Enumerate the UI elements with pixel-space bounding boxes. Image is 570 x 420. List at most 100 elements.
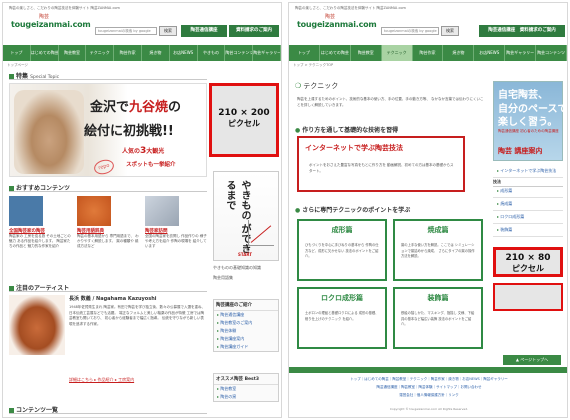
ad-placeholder-210x80[interactable]: 210 × 80 ピクセル <box>493 247 563 277</box>
side-link[interactable]: ロクロ成形篇 <box>493 211 563 224</box>
list-item[interactable]: 陶芸用語辞典 陶芸の基本用語から 専門用語まで、 わかりやすく解説します。 窯の… <box>77 196 139 249</box>
nav-item[interactable]: 陶芸作家 <box>413 45 444 61</box>
special-banner[interactable]: 金沢で九谷焼の 絵付に初挑戦!! repo 人気の3大観光 スポットも一挙紹介 <box>9 83 207 177</box>
ad-placeholder-210x200[interactable]: 210 × 200 ピクセル <box>209 83 279 157</box>
nav-item[interactable]: 陶芸教室 <box>351 45 382 61</box>
top-page-screenshot: 陶芸の楽しさと、こだわりの陶芸技法を体験サイト 陶芸ZANMAI.com 陶芸 … <box>2 2 282 418</box>
special-heading-text: 特集 <box>16 73 29 80</box>
artist-heading-text: 注目のアーティスト <box>16 285 70 292</box>
best3-link[interactable]: 陶芸教室 <box>214 385 278 393</box>
technique-card-seikei[interactable]: 成形篇 ひもづくりを中心に手びねりの基本から 作陶の仕方など、成形に欠かせない … <box>297 219 387 281</box>
nav-item-active[interactable]: テクニック <box>381 45 413 61</box>
nav-item[interactable]: はじめての陶芸 <box>320 45 351 61</box>
internet-technique-card[interactable]: インターネットで学ぶ陶芸技法 ポイントをおさえた豊富な写真をもとに作り方を 動画… <box>297 136 465 192</box>
thumbnail-image <box>9 196 43 226</box>
card-title: 焼成篇 <box>427 226 449 234</box>
ad-size-label: 210 × 200 <box>218 108 270 118</box>
promo-course-button[interactable]: 陶芸通信講座 <box>181 25 227 37</box>
technique-card-rokuro[interactable]: ロクロ成形篇 土ボロンの理屈と基礎ロクロによる 成形の基礎、削り仕上げのテクニッ… <box>297 287 387 349</box>
card-title: 成形篇 <box>331 226 353 234</box>
best3-link[interactable]: 陶芸の窯 <box>214 393 278 401</box>
nav-item[interactable]: やきもの <box>198 45 226 61</box>
technique-card-soshoku[interactable]: 装飾篇 鉄絵の描しかた、マスキング、指描し 文様、下絵具の基本など幅広い装飾 技… <box>393 287 483 349</box>
progress-chart-icon <box>248 220 274 246</box>
course-link[interactable]: 陶芸教室のご案内 <box>214 319 278 327</box>
main-nav: トップ はじめての陶芸 陶芸教室 テクニック 陶芸作家 焼き物 お店NEWS 陶… <box>289 45 567 61</box>
nav-item[interactable]: 焼き物 <box>443 45 475 61</box>
side-link[interactable]: インターネットで学ぶ陶芸技法 <box>493 165 563 178</box>
card-title: 装飾篇 <box>427 294 449 302</box>
search-button[interactable]: 検索 <box>441 26 459 36</box>
artist-description: 1948年佐賀県生まれ 陶芸家。有田で陶芸を学び独立後、数々の公募展で入選を重ね… <box>69 305 206 326</box>
section-square-icon <box>9 74 14 79</box>
nav-item[interactable]: トップ <box>3 45 31 61</box>
ad-size-label: 210 × 80 <box>505 253 551 263</box>
side-caption-1[interactable]: やきものの基礎知識の知識 <box>213 265 261 271</box>
course-link[interactable]: 陶芸体験 <box>214 327 278 335</box>
side-technique-list: 成形篇 焼成篇 ロクロ成形篇 装飾篇 <box>493 185 563 237</box>
repo-stamp: repo <box>92 157 116 176</box>
section-heading-advanced: ● さらに専門テクニックのポイントを学ぶ <box>295 207 411 214</box>
home-pottery-course-banner[interactable]: 自宅陶芸、 自分のペースで 楽しく習う。 陶芸通信講座 初心者のための陶芸講座 … <box>493 81 567 161</box>
course-link[interactable]: 陶芸講座ガイド <box>214 343 278 351</box>
site-header: 陶芸の楽しさと、こだわりの陶芸技法を体験サイト 陶芸ZANMAI.com 陶芸 … <box>3 3 281 43</box>
contents-heading: コンテンツ一覧 <box>9 405 207 414</box>
footer-bar <box>289 367 567 373</box>
side-link[interactable]: 成形篇 <box>493 185 563 198</box>
course-link[interactable]: 陶芸講座案内 <box>214 335 278 343</box>
artist-link[interactable]: 詳細はこちら ▸ 作品紹介 ▸ 工房案内 <box>69 377 134 383</box>
search-button[interactable]: 検索 <box>159 26 177 36</box>
search-input[interactable]: tougeizanmaiの検索 by google <box>381 27 439 35</box>
promo-course-button[interactable]: 陶芸通信講座 資料請求のご案内 <box>479 25 565 37</box>
site-logo[interactable]: 陶芸 tougeizanmai.com <box>297 13 377 39</box>
nav-item[interactable]: 陶芸コンテンツ <box>225 45 254 61</box>
site-header: 陶芸の楽しさと、こだわりの陶芸技法を体験サイト 陶芸ZANMAI.com 陶芸 … <box>289 3 567 43</box>
card-title: ロクロ成形篇 <box>321 294 363 302</box>
nav-item[interactable]: トップ <box>289 45 320 61</box>
section-heading-basic: ● 作り方を通して基礎的な技術を習得 <box>295 127 399 134</box>
site-logo[interactable]: 陶芸 tougeizanmai.com <box>11 13 91 39</box>
page-title: ❍ テクニック <box>295 82 339 90</box>
side-link[interactable]: 装飾篇 <box>493 224 563 237</box>
side-caption-2[interactable]: 陶芸用語集 <box>213 275 233 281</box>
technique-card-shosei[interactable]: 焼成篇 窯の上手な使い方を解説。ここでは シミュレーションで窯詰めから焼成、 さ… <box>393 219 483 281</box>
list-item[interactable]: 全国陶芸家の陶芸 陶芸家の 工房を巡る旅 その土地ごとの魅力 ある作品を紹介しま… <box>9 196 71 249</box>
ad-placeholder-blank[interactable] <box>493 283 563 311</box>
promo-request-button[interactable]: 資料請求のご案内 <box>229 25 279 37</box>
card-desc: 鉄絵の描しかた、マスキング、指描し 文様、下絵具の基本など幅広い装飾 技法のポイ… <box>401 311 475 326</box>
page-top-button[interactable]: ▲ ページトップへ <box>503 355 561 365</box>
title-mark-icon: ❍ <box>295 82 302 90</box>
main-nav: トップ はじめての陶芸 陶芸教室 テクニック 陶芸作家 焼き物 お店NEWS や… <box>3 45 281 61</box>
thumb-desc: 陶芸家の 工房を巡る旅 その土地ごとの魅力 ある作品を紹介します。 陶芸家たちの… <box>9 234 71 248</box>
copyright: Copyright © tougeizanmai.com All Rights … <box>389 407 469 411</box>
banner-line-3: 人気の3大観光 <box>122 146 165 156</box>
nav-item[interactable]: はじめての陶芸 <box>31 45 59 61</box>
artist-name: 長浜 数義 / Nagahama Kazuyoshi <box>69 296 157 302</box>
list-item[interactable]: 陶芸家訪問 全国の陶芸家を訪問し 作品作りの 様子や考え方を紹介 作陶の現場を … <box>145 196 207 249</box>
thumbnail-image <box>77 196 111 226</box>
recommended-heading-text: おすすめコンテンツ <box>16 185 71 192</box>
card-desc: 土ボロンの理屈と基礎ロクロによる 成形の基礎、削り仕上げのテクニック を紹介。 <box>305 311 379 321</box>
footer-links-3[interactable]: 運営会社｜個人情報保護方針｜リンク <box>299 393 559 398</box>
footer-links-1[interactable]: トップ｜はじめての陶芸｜陶芸教室｜テクニック｜陶芸作家｜焼き物｜お店NEWS｜陶… <box>299 377 559 382</box>
special-heading-sub: Special Topic <box>30 75 60 80</box>
nav-item[interactable]: 陶芸作家 <box>114 45 142 61</box>
footer-links-2[interactable]: 陶芸通信講座｜陶芸教室｜陶芸体験｜サイトマップ｜お問い合わせ <box>299 385 559 390</box>
special-topic-heading: 特集 Special Topic <box>9 71 207 80</box>
nav-item[interactable]: テクニック <box>86 45 115 61</box>
yakimono-process-banner[interactable]: やきもの ができるまで START <box>213 171 279 261</box>
nav-item[interactable]: 陶芸コンテンツ <box>536 45 567 61</box>
search-input[interactable]: tougeizanmaiの検索 by google <box>95 27 157 35</box>
nav-item[interactable]: お店NEWS <box>170 45 198 61</box>
thumb-desc: 全国の陶芸家を訪問し 作品作りの 様子や考え方を紹介 作陶の現場を 紹介していま… <box>145 234 207 248</box>
nav-item[interactable]: 陶芸ギャラリー <box>253 45 281 61</box>
side-link[interactable]: 焼成篇 <box>493 198 563 211</box>
section-square-icon <box>9 186 14 191</box>
breadcrumb[interactable]: トップ > テクニックTOP <box>293 63 333 68</box>
course-link[interactable]: 陶芸通信講座 <box>214 311 278 319</box>
nav-item[interactable]: 焼き物 <box>142 45 170 61</box>
nav-item[interactable]: 陶芸教室 <box>59 45 87 61</box>
nav-item[interactable]: 陶芸ギャラリー <box>505 45 537 61</box>
banner-line-4: スポットも一挙紹介 <box>126 162 176 168</box>
nav-item[interactable]: お店NEWS <box>474 45 506 61</box>
